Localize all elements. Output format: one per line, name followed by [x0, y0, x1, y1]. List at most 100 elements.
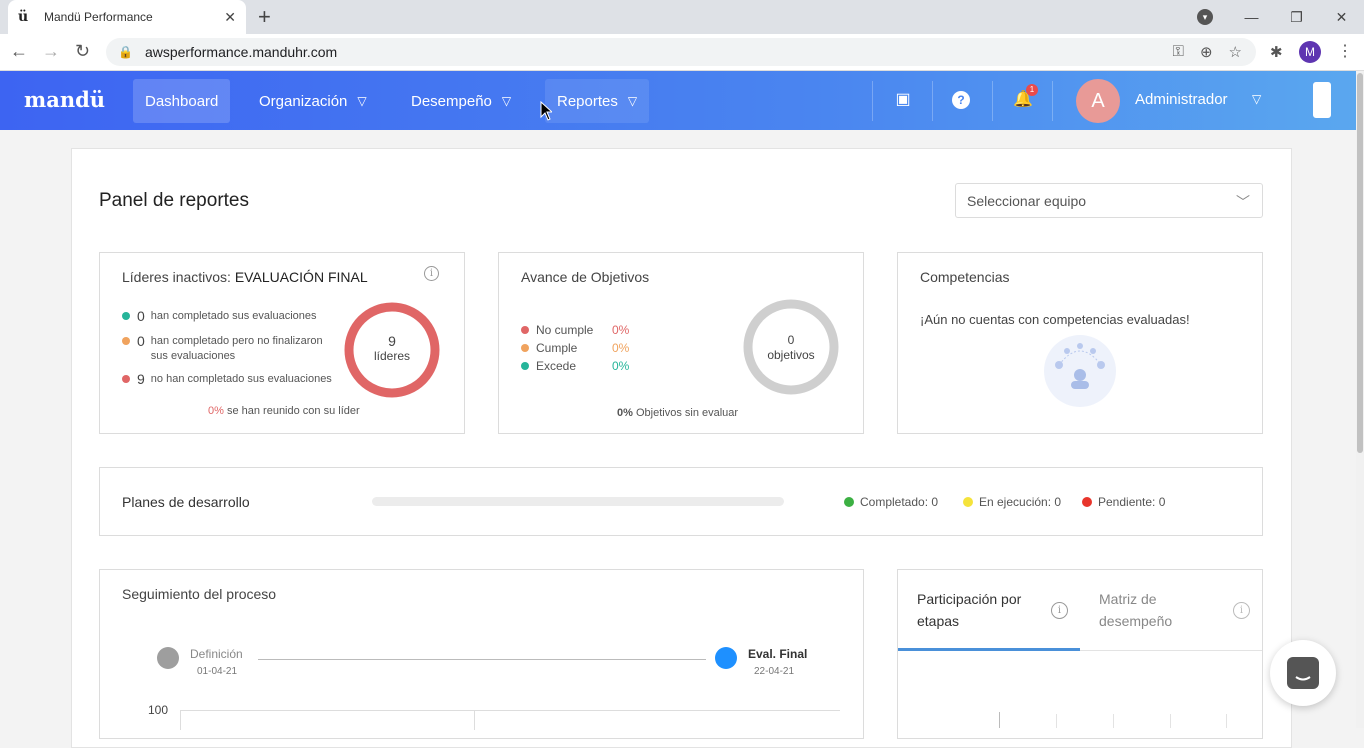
- objetivos-footer-pct: 0%: [617, 407, 633, 419]
- mandu-favicon-icon: ü: [18, 9, 29, 25]
- chat-widget-button[interactable]: [1270, 640, 1336, 706]
- scrollbar-thumb[interactable]: [1357, 73, 1363, 453]
- objetivos-title: Avance de Objetivos: [521, 269, 650, 285]
- back-icon[interactable]: ←: [10, 41, 28, 62]
- legend-label: Completado: 0: [860, 495, 939, 509]
- lideres-ring-label: 9 líderes: [342, 334, 442, 364]
- help-icon[interactable]: ?: [952, 91, 970, 109]
- timeline-stage-date: 22-04-21: [754, 666, 795, 677]
- info-icon[interactable]: i: [1051, 602, 1068, 619]
- extensions-icon[interactable]: ✱: [1270, 43, 1283, 61]
- lideres-footer: 0% se han reunido con su líder: [208, 405, 360, 417]
- status-dot: [521, 326, 529, 334]
- chevron-down-icon: ▽: [627, 94, 638, 108]
- objetivos-footer: 0% Objetivos sin evaluar: [617, 407, 738, 419]
- nav-organizacion[interactable]: Organización ▽: [247, 79, 379, 123]
- ring-number: 9: [388, 333, 396, 349]
- team-select-placeholder: Seleccionar equipo: [967, 192, 1087, 209]
- chat-icon: [1287, 657, 1319, 689]
- status-dot: [122, 312, 130, 320]
- chart-axis: [999, 712, 1000, 728]
- tab-close-icon[interactable]: ✕: [224, 9, 236, 26]
- forward-icon[interactable]: →: [42, 41, 60, 62]
- status-dot: [122, 337, 130, 345]
- legend-label: Pendiente: 0: [1098, 495, 1166, 509]
- legend-pct: 0%: [612, 323, 630, 337]
- timeline-stage-name: Definición: [190, 647, 243, 661]
- tab-title: Mandü Performance: [44, 10, 153, 24]
- key-icon[interactable]: ⚿: [1173, 43, 1184, 61]
- objetivos-legend-row: Cumple 0%: [521, 341, 629, 355]
- user-avatar[interactable]: A: [1076, 79, 1120, 123]
- active-tab-indicator: [898, 648, 1080, 651]
- team-select[interactable]: Seleccionar equipo ﹀: [955, 183, 1263, 218]
- page-title: Panel de reportes: [99, 190, 249, 211]
- tab-matriz[interactable]: Matriz de desempeño: [1099, 588, 1209, 632]
- chart-gridline: [180, 710, 840, 711]
- competencias-empty-illustration: [1044, 335, 1116, 407]
- header-divider: [872, 81, 873, 121]
- stat-number: 9: [137, 371, 145, 387]
- tab-participacion[interactable]: Participación por etapas: [917, 588, 1042, 632]
- nav-desempeno-label: Desempeño: [411, 92, 492, 110]
- mandu-logo[interactable]: mandü: [24, 87, 105, 112]
- bookmark-star-icon[interactable]: ☆: [1229, 43, 1242, 61]
- user-name[interactable]: Administrador: [1135, 91, 1228, 108]
- restore-icon[interactable]: ❐: [1274, 9, 1319, 26]
- new-tab-icon[interactable]: +: [258, 4, 271, 30]
- nav-reportes[interactable]: Reportes ▽: [545, 79, 650, 123]
- window-close-icon[interactable]: ✕: [1319, 9, 1364, 26]
- ring-unit: objetivos: [767, 348, 815, 362]
- header-divider: [1052, 81, 1053, 121]
- y-axis-tick: 100: [148, 703, 169, 717]
- minimize-icon[interactable]: —: [1229, 9, 1274, 25]
- browser-tab[interactable]: ü Mandü Performance ✕: [8, 0, 246, 34]
- address-bar[interactable]: 🔒 awsperformance.manduhr.com ⚿ ⊕ ☆: [106, 38, 1256, 66]
- stat-text: han completado sus evaluaciones: [150, 310, 317, 322]
- header-divider: [932, 81, 933, 121]
- timeline-stage-dot[interactable]: [157, 647, 179, 669]
- lideres-footer-text: se han reunido con su líder: [223, 405, 360, 417]
- timeline-stage-date: 01-04-21: [197, 666, 238, 677]
- status-dot: [963, 497, 973, 507]
- timeline-line: [258, 659, 706, 660]
- stat-text: han completado pero no finalizaron sus e…: [150, 335, 323, 362]
- window-controls: — ❐ ✕: [1229, 0, 1364, 34]
- planes-progress-bar: [372, 497, 784, 506]
- objetivos-legend-row: Excede 0%: [521, 359, 629, 373]
- planes-legend-pendiente: Pendiente: 0: [1082, 495, 1165, 509]
- ring-number: 0: [787, 333, 795, 347]
- chevron-down-icon: ▽: [501, 94, 512, 108]
- seguimiento-title: Seguimiento del proceso: [122, 586, 277, 602]
- nav-desempeno[interactable]: Desempeño ▽: [399, 79, 523, 123]
- objetivos-ring-label: 0 objetivos: [741, 333, 841, 363]
- browser-menu-icon[interactable]: ⋮: [1337, 41, 1353, 61]
- lideres-stat-row: 9 no han completado sus evaluaciones: [122, 372, 342, 387]
- browser-tabbar: ü Mandü Performance ✕ + ▾ — ❐ ✕: [0, 0, 1364, 34]
- mobile-app-icon[interactable]: [1313, 82, 1331, 118]
- planes-legend-ejecucion: En ejecución: 0: [963, 495, 1061, 509]
- nav-dashboard[interactable]: Dashboard: [133, 79, 231, 123]
- info-icon[interactable]: i: [424, 266, 439, 281]
- legend-pct: 0%: [612, 341, 630, 355]
- chart-gridline: [474, 710, 475, 730]
- info-icon[interactable]: i: [1233, 602, 1250, 619]
- legend-label: Excede: [536, 359, 577, 373]
- objetivos-footer-text: Objetivos sin evaluar: [632, 407, 739, 419]
- chevron-down-icon: ﹀: [1236, 194, 1250, 210]
- status-dot: [122, 375, 130, 383]
- tab-search-icon[interactable]: ▾: [1197, 9, 1213, 25]
- chevron-down-icon[interactable]: ▽: [1252, 92, 1261, 106]
- stat-number: 0: [137, 333, 145, 349]
- objetivos-legend-row: No cumple 0%: [521, 323, 629, 337]
- zoom-icon[interactable]: ⊕: [1200, 43, 1213, 61]
- status-dot: [1082, 497, 1092, 507]
- timeline-stage-dot[interactable]: [715, 647, 737, 669]
- lock-icon: 🔒: [118, 45, 133, 59]
- planes-legend-completado: Completado: 0: [844, 495, 938, 509]
- legend-label: No cumple: [536, 323, 594, 337]
- competencias-empty-text: ¡Aún no cuentas con competencias evaluad…: [920, 312, 1190, 327]
- profile-avatar[interactable]: M: [1299, 41, 1321, 63]
- reload-icon[interactable]: ↻: [75, 41, 90, 62]
- briefcase-icon[interactable]: ▣: [892, 89, 914, 111]
